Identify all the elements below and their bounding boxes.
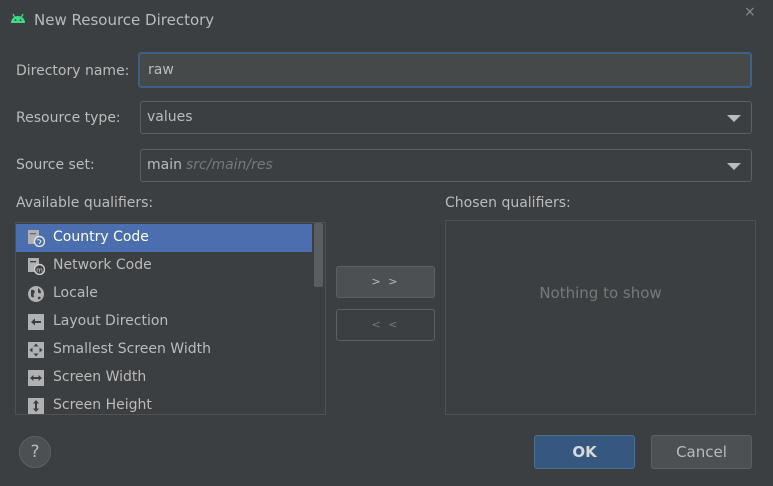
list-item-label: Locale — [53, 285, 98, 301]
list-item-label: Smallest Screen Width — [53, 341, 211, 357]
list-item-network-code[interactable]: m Network Code — [16, 252, 312, 280]
available-qualifiers-list[interactable]: Country Code m Network Code Locale Layou… — [15, 222, 326, 415]
remove-qualifier-button[interactable]: < < — [336, 309, 435, 341]
add-qualifier-button[interactable]: > > — [336, 266, 435, 298]
list-item-label: Screen Width — [53, 369, 147, 385]
list-item-country-code[interactable]: Country Code — [16, 224, 312, 252]
chosen-qualifiers-list[interactable]: Nothing to show — [445, 220, 756, 415]
country-code-icon — [28, 230, 45, 247]
chevron-down-icon — [727, 115, 741, 122]
screen-height-icon — [28, 398, 44, 414]
cancel-button[interactable]: Cancel — [651, 435, 752, 469]
screen-width-icon — [28, 370, 44, 386]
source-set-hint: src/main/res — [185, 157, 273, 173]
list-item-screen-width[interactable]: Screen Width — [16, 364, 312, 392]
list-item-label: Country Code — [53, 229, 149, 245]
close-icon[interactable]: × — [744, 4, 756, 20]
layout-direction-icon — [28, 314, 44, 330]
globe-icon — [28, 286, 44, 302]
svg-text:m: m — [36, 266, 43, 274]
chosen-qualifiers-label: Chosen qualifiers: — [445, 195, 571, 211]
source-set-dropdown[interactable]: main src/main/res — [140, 149, 752, 182]
new-resource-directory-dialog: New Resource Directory × Directory name:… — [0, 0, 773, 486]
list-scrollbar-thumb[interactable] — [314, 223, 323, 287]
empty-state-text: Nothing to show — [539, 284, 662, 302]
resource-type-value: values — [147, 109, 193, 125]
directory-name-label: Directory name: — [16, 63, 130, 79]
dialog-title: New Resource Directory — [34, 11, 215, 29]
list-item-label: Network Code — [53, 257, 152, 273]
list-item-locale[interactable]: Locale — [16, 280, 312, 308]
chevron-down-icon — [727, 163, 741, 170]
smallest-width-icon — [28, 342, 44, 358]
android-icon — [11, 13, 25, 23]
ok-button[interactable]: OK — [534, 435, 635, 469]
help-button[interactable]: ? — [19, 436, 51, 468]
resource-type-dropdown[interactable]: values — [140, 101, 752, 134]
list-item-screen-height[interactable]: Screen Height — [16, 392, 312, 414]
list-item-label: Layout Direction — [53, 313, 169, 329]
list-item-smallest-screen-width[interactable]: Smallest Screen Width — [16, 336, 312, 364]
resource-type-label: Resource type: — [16, 110, 121, 126]
list-item-layout-direction[interactable]: Layout Direction — [16, 308, 312, 336]
network-code-icon: m — [28, 258, 45, 275]
directory-name-input[interactable] — [138, 52, 752, 88]
source-set-label: Source set: — [16, 157, 95, 173]
list-item-label: Screen Height — [53, 397, 152, 413]
source-set-value-wrap: main src/main/res — [147, 157, 273, 173]
title-bar: New Resource Directory × — [0, 0, 773, 40]
source-set-value: main — [147, 157, 182, 173]
available-qualifiers-label: Available qualifiers: — [16, 195, 154, 211]
